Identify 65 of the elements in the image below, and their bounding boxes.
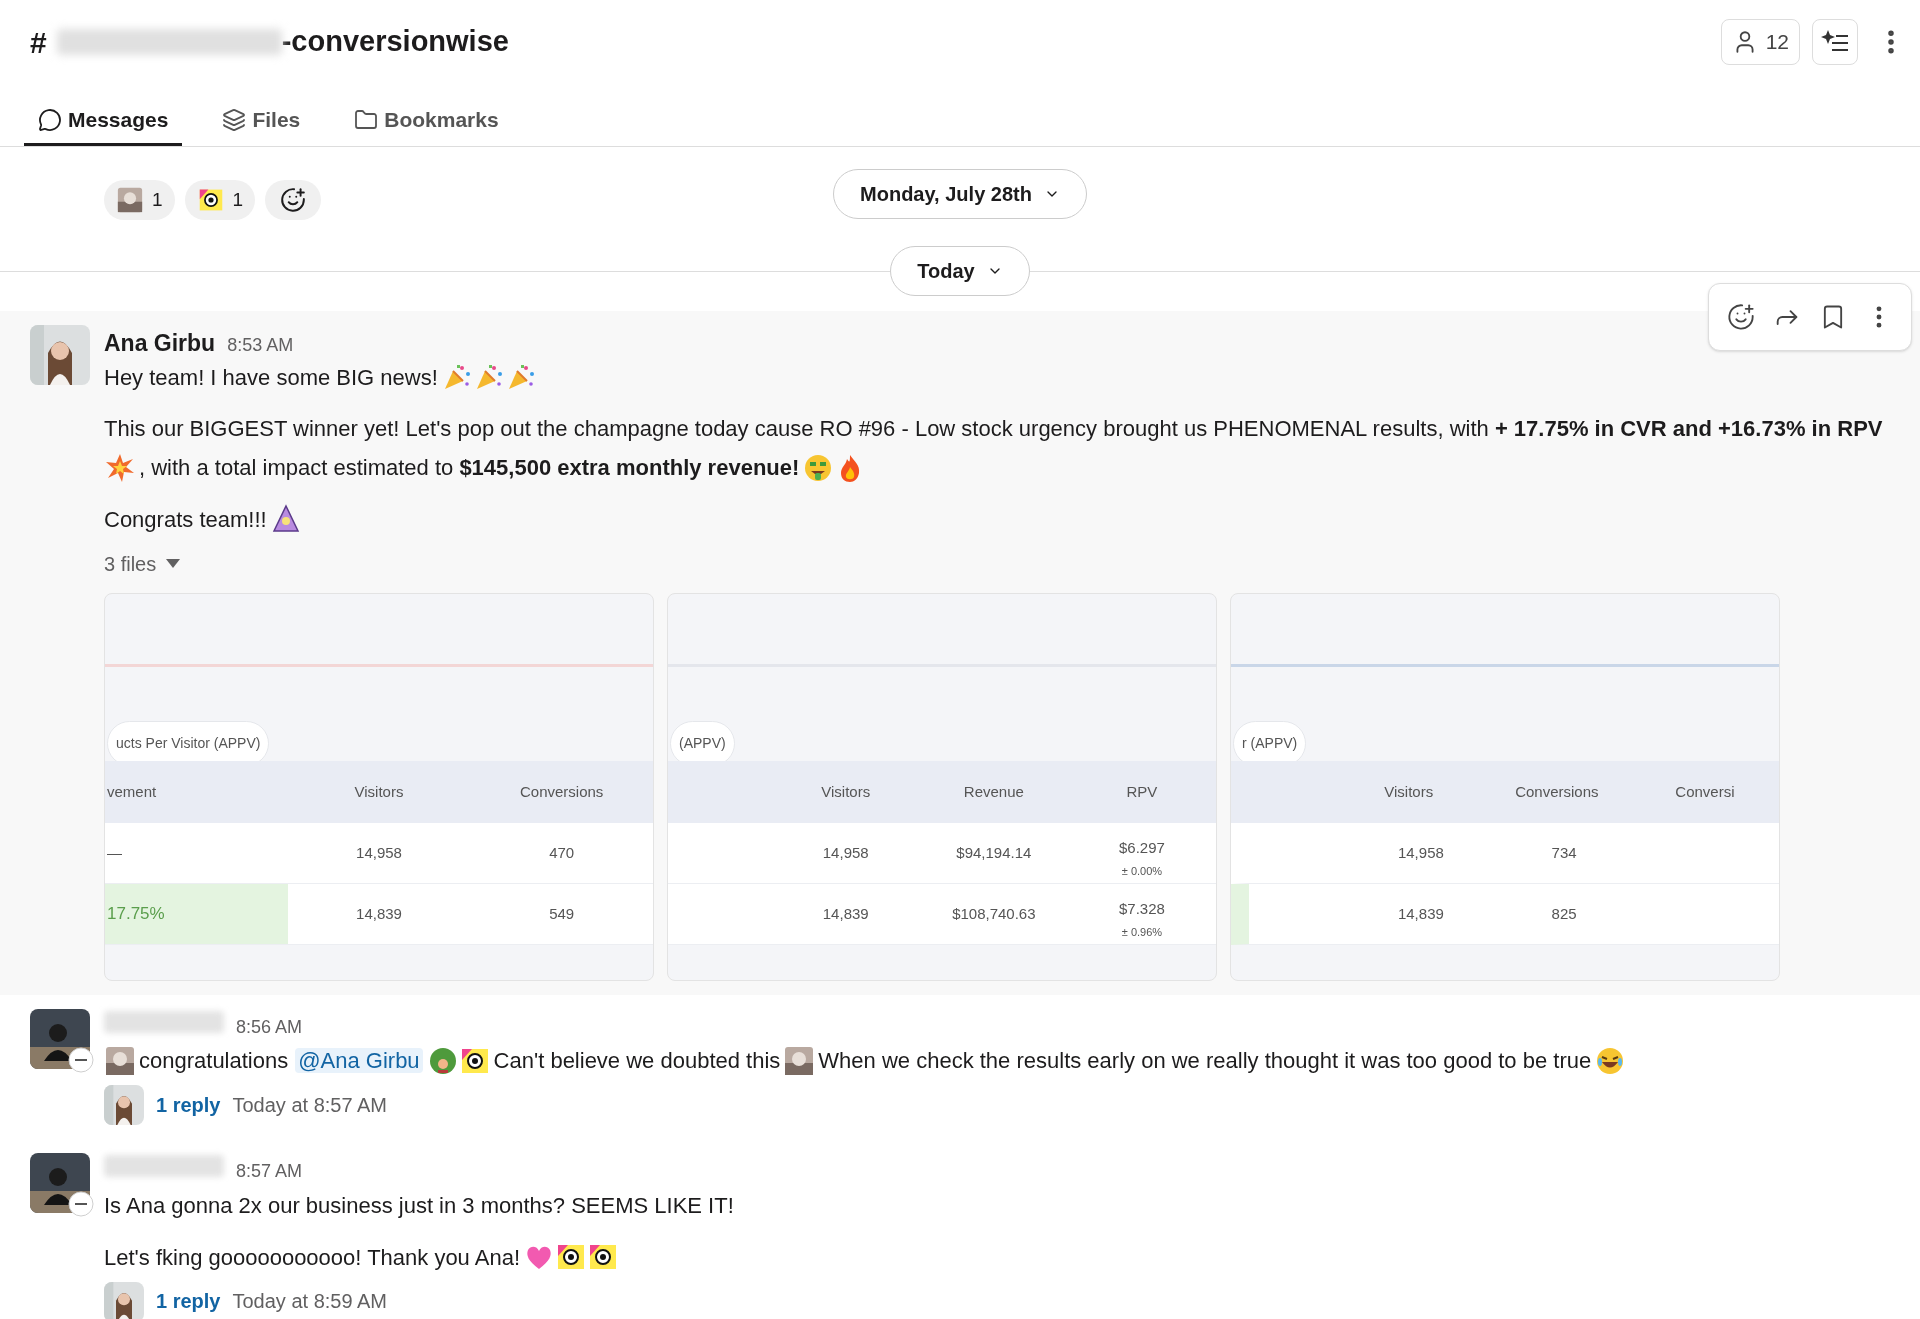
column-header: Revenue: [963, 783, 1024, 801]
sticker-icon: [197, 187, 224, 213]
status-badge-icon: [68, 1191, 94, 1218]
photo-emoji-icon: [117, 187, 143, 213]
file-preview[interactable]: r (APPV) Visitors Conversions Conversi 14,958 734 14,839 825: [1230, 592, 1780, 981]
reaction-chip[interactable]: 1: [104, 180, 175, 220]
message-text: Can't believe we doubted this: [493, 1048, 781, 1074]
avatar[interactable]: [30, 1008, 90, 1069]
column-header: Conversions: [1515, 783, 1599, 801]
reply-count-link[interactable]: 1 reply: [156, 1086, 221, 1124]
add-reaction-icon[interactable]: [1727, 303, 1755, 331]
message-text: , with a total impact estimated to $145,500 extra monthly revenue!: [139, 455, 800, 481]
column-header: Visitors: [1384, 783, 1434, 801]
avatar[interactable]: [104, 1281, 144, 1319]
tab[interactable]: Files: [208, 96, 315, 146]
reaction-chip[interactable]: 1: [184, 180, 256, 220]
ai-list-button[interactable]: [1812, 19, 1858, 65]
column-header: RPV: [1126, 783, 1158, 801]
channel-title[interactable]: -conversionwise: [281, 20, 509, 64]
tab[interactable]: Bookmarks: [340, 96, 513, 146]
add-reaction-icon: [280, 187, 307, 213]
date-jump-button[interactable]: Today: [890, 246, 1030, 296]
leafy-figure-icon: [427, 1045, 458, 1076]
column-header: vement: [107, 783, 157, 801]
message-time[interactable]: 8:57 AM: [236, 1153, 303, 1191]
date-jump-button[interactable]: Monday, July 28th: [833, 169, 1087, 219]
status-badge-icon: [68, 1046, 94, 1073]
tab[interactable]: Messages: [24, 96, 183, 146]
message-text: Let's fking gooooooooooo! Thank you Ana!: [104, 1244, 520, 1270]
column-header: Conversi: [1675, 783, 1735, 801]
message-text: Is Ana gonna 2x our business just in 3 months? SEEMS LIKE IT!: [104, 1193, 734, 1219]
avatar[interactable]: [104, 1085, 144, 1126]
column-header: Visitors: [354, 783, 404, 801]
user-mention[interactable]: @Ana Girbu: [295, 1048, 423, 1074]
reply-count-link[interactable]: 1 reply: [156, 1283, 221, 1319]
author-name[interactable]: Ana Girbu: [104, 325, 216, 362]
photo-emoji-icon: [105, 1045, 135, 1076]
folder-icon: [354, 107, 379, 132]
column-header: Visitors: [821, 783, 871, 801]
last-reply-time: Today at 8:57 AM: [232, 1092, 388, 1118]
last-reply-time: Today at 8:59 AM: [232, 1289, 388, 1315]
message-text: When we check the results early on we really thought it was too good to be true: [818, 1048, 1592, 1074]
burst-icon: [105, 452, 135, 483]
message-text: This our BIGGEST winner yet! Let's pop out the champagne today cause RO #96 - Low stock urgency brought us PHENOMENAL results, with + 17.75% in CVR and +16.73% in RPV: [104, 416, 1883, 442]
message-time[interactable]: 8:53 AM: [227, 327, 294, 364]
money-face-icon: [803, 452, 834, 483]
caret-icon: [166, 559, 181, 570]
channel-hash: #: [30, 24, 47, 61]
message-text: Congrats team!!!: [104, 506, 267, 532]
photo-emoji-icon: [784, 1045, 815, 1076]
files-toggle[interactable]: 3 files: [104, 545, 181, 583]
message-icon: [38, 107, 62, 132]
members-button[interactable]: 12: [1720, 19, 1800, 65]
laughing-face-icon: [1595, 1045, 1626, 1076]
add-reaction-button[interactable]: [265, 180, 322, 220]
message-text: Hey team! I have some BIG news!: [104, 364, 438, 390]
avatar[interactable]: [30, 325, 90, 385]
table-cell: 17.75%: [105, 883, 288, 944]
layers-icon: [222, 107, 247, 132]
file-preview[interactable]: ucts Per Visitor (APPV) vement Visitors Conversions — 14,958 470 17.75% 14,839 549: [104, 592, 654, 981]
party-hat-icon: [270, 504, 301, 535]
file-preview[interactable]: (APPV) Visitors Revenue RPV 14,958 $94,194.14 $6.297 ± 0.00% 14,839 $108,740.63 $7.328 ± 0.96%: [667, 592, 1217, 981]
message-text: congratulations: [139, 1048, 289, 1074]
message-time[interactable]: 8:56 AM: [236, 1008, 303, 1046]
column-header: Conversions: [519, 783, 604, 801]
